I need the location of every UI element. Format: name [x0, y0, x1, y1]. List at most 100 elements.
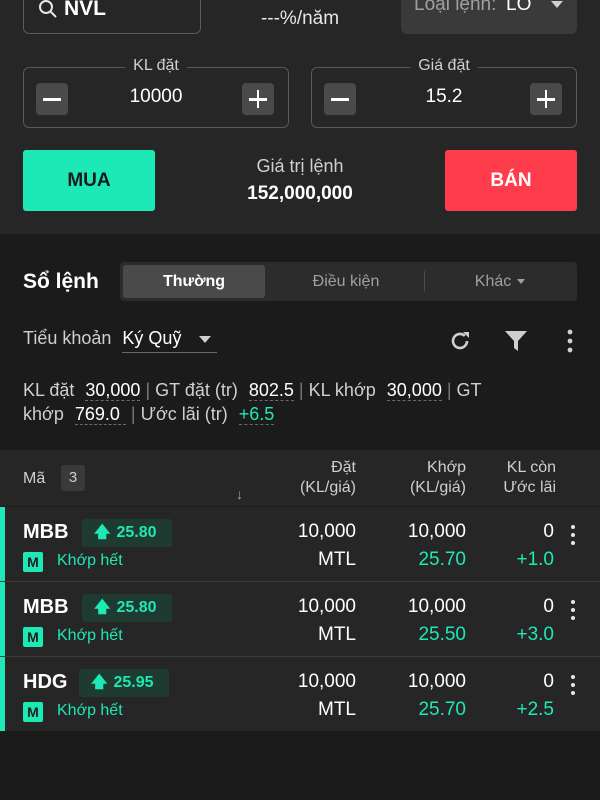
- order-type-badge: M: [23, 627, 43, 647]
- row-matched-price: 25.50: [418, 624, 466, 645]
- uoc-lai-label: Ước lãi (tr): [140, 404, 228, 424]
- col-matched[interactable]: Khớp (KL/giá): [380, 458, 466, 498]
- order-type-badge: M: [23, 702, 43, 722]
- table-row[interactable]: HDG 🡅 25.95 M Khớp hết 10,000 MTL 10,000 …: [0, 657, 600, 731]
- filter-icon[interactable]: [503, 328, 529, 354]
- row-status: Khớp hết: [57, 702, 123, 719]
- order-book-title: Sổ lệnh: [23, 270, 99, 293]
- order-type-label: Loại lệnh:: [414, 0, 497, 15]
- order-count-badge: 3: [61, 465, 85, 491]
- price-plus-button[interactable]: [530, 83, 562, 115]
- buy-button[interactable]: MUA: [23, 150, 155, 211]
- table-row[interactable]: MBB 🡅 25.80 M Khớp hết 10,000 MTL 10,000 …: [0, 582, 600, 656]
- sort-arrow-icon[interactable]: ↓: [236, 486, 243, 502]
- row-remaining: 0: [543, 521, 554, 542]
- row-symbol: MBB: [23, 596, 69, 618]
- separator: |: [145, 380, 151, 400]
- row-matched-qty: 10,000: [407, 671, 466, 692]
- row-order-qty: 10,000: [297, 596, 356, 617]
- arrow-up-icon: 🡅: [91, 674, 108, 691]
- quantity-minus-button[interactable]: [36, 83, 68, 115]
- arrow-up-icon: 🡅: [94, 524, 111, 541]
- row-order-price: MTL: [318, 699, 356, 720]
- arrow-up-icon: 🡅: [94, 599, 111, 616]
- minus-icon: [43, 98, 61, 101]
- row-matched-qty: 10,000: [407, 521, 466, 542]
- row-matched-price: 25.70: [418, 549, 466, 570]
- table-row[interactable]: MBB 🡅 25.80 M Khớp hết 10,000 MTL 10,000 …: [0, 507, 600, 581]
- kl-khop-label: KL khớp: [308, 380, 376, 400]
- quantity-input[interactable]: 10000: [74, 86, 238, 108]
- sub-account-label: Tiểu khoản: [23, 328, 112, 348]
- col-order-line2: (KL/giá): [299, 479, 356, 496]
- col-remaining[interactable]: KL còn Ước lãi: [470, 458, 556, 498]
- tab-other[interactable]: Khác: [425, 265, 575, 298]
- kl-dat-label: KL đặt: [23, 380, 75, 400]
- gt-khop-label-a: GT: [456, 380, 482, 400]
- refresh-icon[interactable]: [447, 328, 473, 354]
- tab-normal[interactable]: Thường: [123, 265, 265, 298]
- plus-icon-vertical: [256, 90, 260, 108]
- separator: |: [298, 380, 304, 400]
- price-stepper: Giá đặt 15.2: [311, 57, 577, 128]
- col-remaining-line2: Ước lãi: [503, 479, 556, 496]
- quantity-stepper: KL đặt 10000: [23, 57, 289, 128]
- row-remaining: 0: [543, 671, 554, 692]
- more-vertical-icon[interactable]: [570, 675, 576, 699]
- more-vertical-icon[interactable]: [565, 328, 575, 354]
- symbol-search-input[interactable]: NVL: [23, 0, 201, 34]
- separator: |: [446, 380, 452, 400]
- gt-dat-value: 802.5: [248, 380, 294, 401]
- order-value-amount: 152,000,000: [247, 183, 353, 204]
- price-input[interactable]: 15.2: [362, 86, 526, 108]
- kl-khop-value: 30,000: [386, 380, 442, 401]
- order-book-tabs: Thường Điều kiện Khác: [120, 262, 577, 301]
- price-chip: 🡅 25.80: [82, 594, 172, 622]
- col-order-line1: Đặt: [331, 459, 356, 476]
- uoc-lai-value: +6.5: [238, 404, 275, 425]
- row-profit: +2.5: [516, 699, 554, 720]
- order-type-value: LO: [506, 0, 532, 15]
- col-order[interactable]: Đặt (KL/giá): [270, 458, 356, 498]
- col-symbol[interactable]: Mã: [23, 470, 45, 488]
- row-matched-price: 25.70: [418, 699, 466, 720]
- symbol-value: NVL: [64, 0, 106, 20]
- row-remaining: 0: [543, 596, 554, 617]
- quantity-plus-button[interactable]: [242, 83, 274, 115]
- quantity-label: KL đặt: [125, 57, 187, 75]
- row-price: 25.95: [113, 674, 154, 691]
- order-value-label: Giá trị lệnh: [256, 156, 344, 176]
- price-chip: 🡅 25.80: [82, 519, 172, 547]
- sub-account-value: Ký Quỹ: [122, 328, 182, 348]
- gt-dat-label: GT đặt (tr): [155, 380, 238, 400]
- sub-account: Tiểu khoản Ký Quỹ: [23, 328, 218, 353]
- row-profit: +1.0: [516, 549, 554, 570]
- col-remaining-line1: KL còn: [506, 459, 556, 476]
- interest-rate: ---%/năm: [260, 8, 340, 29]
- row-order-price: MTL: [318, 624, 356, 645]
- order-type-badge: M: [23, 552, 43, 572]
- row-order-qty: 10,000: [297, 671, 356, 692]
- tab-other-label: Khác: [474, 273, 512, 290]
- caret-down-icon: [517, 279, 526, 285]
- search-icon: [39, 0, 57, 18]
- sell-button[interactable]: BÁN: [445, 150, 577, 211]
- order-summary: KL đặt 30,000 | GT đặt (tr) 802.5 | KL khớp …: [23, 378, 583, 426]
- order-table-header: Mã 3 ↓ Đặt (KL/giá) Khớp (KL/giá) KL còn Ướ…: [0, 450, 600, 506]
- sub-account-select[interactable]: Ký Quỹ: [122, 328, 218, 353]
- row-matched-qty: 10,000: [407, 596, 466, 617]
- row-order-qty: 10,000: [297, 521, 356, 542]
- row-symbol: MBB: [23, 521, 69, 543]
- more-vertical-icon[interactable]: [570, 525, 576, 549]
- tab-conditional[interactable]: Điều kiện: [270, 265, 422, 298]
- order-type-select[interactable]: Loại lệnh: LO: [401, 0, 577, 34]
- more-vertical-icon[interactable]: [570, 600, 576, 624]
- row-order-price: MTL: [318, 549, 356, 570]
- plus-icon-vertical: [544, 90, 548, 108]
- row-accent: [0, 582, 5, 656]
- caret-down-icon: [551, 1, 563, 8]
- price-label: Giá đặt: [410, 57, 478, 75]
- kl-dat-value: 30,000: [85, 380, 141, 401]
- price-minus-button[interactable]: [324, 83, 356, 115]
- row-symbol: HDG: [23, 671, 68, 693]
